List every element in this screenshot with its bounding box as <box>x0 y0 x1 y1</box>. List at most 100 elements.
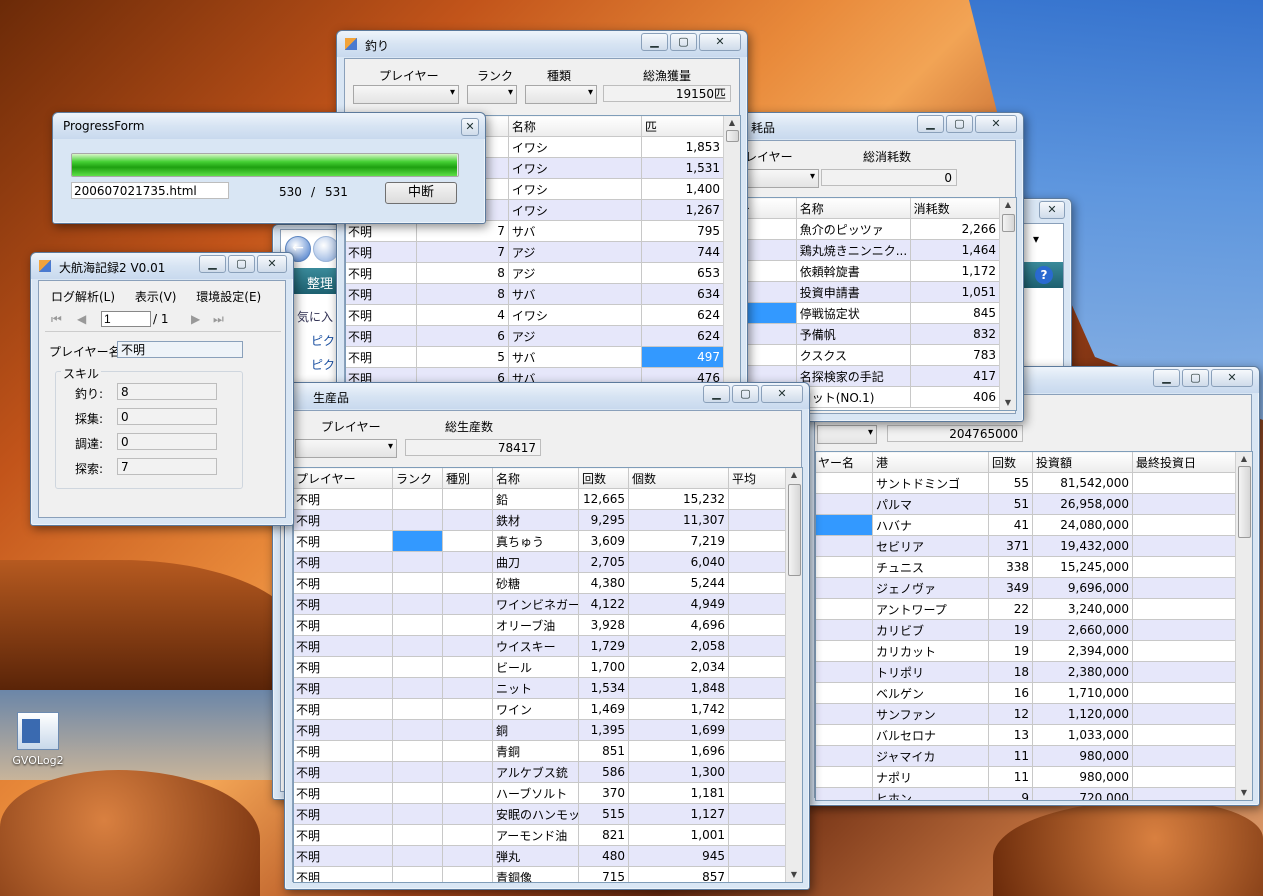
table-cell[interactable]: パルマ <box>872 493 989 515</box>
table-row[interactable]: パルマ 51 26,958,000 <box>816 493 1237 515</box>
table-row[interactable]: ハバナ 41 24,080,000 <box>816 514 1237 536</box>
close-icon[interactable]: ✕ <box>257 255 287 273</box>
close-icon[interactable]: ✕ <box>975 115 1017 133</box>
table-cell[interactable]: ハバナ <box>872 514 989 536</box>
table-cell[interactable]: 13 <box>988 724 1033 746</box>
table-row[interactable]: 不明 青銅像 715 857 <box>294 866 787 882</box>
table-cell[interactable]: 不明 <box>294 530 393 552</box>
table-cell[interactable] <box>728 845 787 867</box>
table-cell[interactable]: 24,080,000 <box>1032 514 1133 536</box>
table-row[interactable]: 不明 銅 1,395 1,699 <box>294 719 787 741</box>
maximize-icon[interactable]: ▢ <box>228 255 255 273</box>
table-cell[interactable]: 1,400 <box>641 178 724 200</box>
table-cell[interactable] <box>816 472 873 494</box>
table-cell[interactable] <box>392 719 443 741</box>
table-cell[interactable]: 55 <box>988 472 1033 494</box>
table-cell[interactable]: 634 <box>641 283 724 305</box>
table-cell[interactable]: 371 <box>988 535 1033 557</box>
table-cell[interactable] <box>1132 577 1237 599</box>
table-cell[interactable]: 5 <box>415 346 509 368</box>
table-cell[interactable]: 2,058 <box>628 635 729 657</box>
table-cell[interactable] <box>392 614 443 636</box>
column-header[interactable]: 種別 <box>442 468 493 489</box>
table-cell[interactable]: 11,307 <box>628 509 729 531</box>
table-row[interactable]: 投資申請書 1,051 <box>724 281 1001 303</box>
table-cell[interactable]: 1,534 <box>578 677 629 699</box>
table-cell[interactable]: イワシ <box>507 304 643 326</box>
minimize-icon[interactable]: ▁ <box>917 115 944 133</box>
table-row[interactable]: 不明 真ちゅう 3,609 7,219 <box>294 530 787 552</box>
table-cell[interactable] <box>392 845 443 867</box>
table-cell[interactable]: 鉛 <box>492 488 579 510</box>
table-cell[interactable]: 2,034 <box>628 656 729 678</box>
table-row[interactable]: バルセロナ 13 1,033,000 <box>816 724 1237 746</box>
table-cell[interactable] <box>392 551 443 573</box>
table-cell[interactable] <box>816 745 873 767</box>
column-header[interactable]: 回数 <box>578 468 629 489</box>
menu-settings[interactable]: 環境設定(E) <box>196 290 261 304</box>
table-cell[interactable]: 497 <box>641 346 724 368</box>
table-cell[interactable]: 19 <box>988 640 1033 662</box>
table-cell[interactable] <box>816 535 873 557</box>
table-cell[interactable]: 795 <box>641 220 724 242</box>
table-cell[interactable]: 不明 <box>294 656 393 678</box>
table-cell[interactable]: サバ <box>507 283 643 305</box>
table-cell[interactable] <box>442 782 493 804</box>
column-header[interactable]: 最終投資日 <box>1132 452 1237 473</box>
table-cell[interactable]: 不明 <box>294 824 393 846</box>
table-cell[interactable]: 515 <box>578 803 629 825</box>
table-cell[interactable]: ハーブソルト <box>492 782 579 804</box>
table-cell[interactable]: ニット <box>492 677 579 699</box>
table-row[interactable]: 依頼斡旋書 1,172 <box>724 260 1001 282</box>
table-cell[interactable] <box>442 803 493 825</box>
table-cell[interactable]: 3,928 <box>578 614 629 636</box>
table-cell[interactable]: 投資申請書 <box>795 281 911 303</box>
table-cell[interactable]: 不明 <box>346 241 417 263</box>
vertical-scrollbar[interactable]: ▲▼ <box>999 198 1016 410</box>
minimize-icon[interactable]: ▁ <box>1153 369 1180 387</box>
explorer-item[interactable]: ピク <box>311 332 335 349</box>
table-cell[interactable] <box>1132 598 1237 620</box>
column-header[interactable]: 平均 <box>728 468 787 489</box>
table-cell[interactable] <box>392 824 443 846</box>
table-cell[interactable]: 不明 <box>294 635 393 657</box>
table-cell[interactable]: 不明 <box>294 677 393 699</box>
table-cell[interactable] <box>728 551 787 573</box>
table-cell[interactable] <box>728 803 787 825</box>
menu-log-analysis[interactable]: ログ解析(L) <box>51 290 115 304</box>
menu-view[interactable]: 表示(V) <box>135 290 177 304</box>
table-cell[interactable] <box>1132 493 1237 515</box>
table-cell[interactable] <box>442 824 493 846</box>
table-cell[interactable]: サバ <box>507 346 643 368</box>
first-page-icon[interactable]: ⏮ <box>51 312 62 327</box>
table-cell[interactable] <box>728 488 787 510</box>
abort-button[interactable]: 中断 <box>385 182 457 204</box>
table-row[interactable]: 不明 ニット 1,534 1,848 <box>294 677 787 699</box>
table-cell[interactable]: セビリア <box>872 535 989 557</box>
table-cell[interactable]: アジ <box>507 325 643 347</box>
table-cell[interactable]: 653 <box>641 262 724 284</box>
table-cell[interactable]: 予備帆 <box>795 323 911 345</box>
table-cell[interactable] <box>816 703 873 725</box>
table-cell[interactable]: イワシ <box>507 136 643 158</box>
table-row[interactable]: 鶏丸焼きニンニク... 1,464 <box>724 239 1001 261</box>
table-cell[interactable]: チュニス <box>872 556 989 578</box>
table-cell[interactable] <box>728 719 787 741</box>
table-row[interactable]: ジャマイカ 11 980,000 <box>816 745 1237 767</box>
table-cell[interactable] <box>442 572 493 594</box>
table-cell[interactable]: ワインビネガー <box>492 593 579 615</box>
table-cell[interactable]: 19,432,000 <box>1032 535 1133 557</box>
table-row[interactable]: 不明 5 サバ 497 <box>346 346 724 368</box>
production-window[interactable]: 生産品 ▁ ▢ ✕ プレイヤー 総生産数 78417 プレイヤーランク種別名称回… <box>284 382 810 890</box>
table-cell[interactable]: 821 <box>578 824 629 846</box>
table-row[interactable]: 不明 ワインビネガー 4,122 4,949 <box>294 593 787 615</box>
table-cell[interactable] <box>442 509 493 531</box>
table-cell[interactable] <box>442 530 493 552</box>
table-cell[interactable]: 2,660,000 <box>1032 619 1133 641</box>
table-cell[interactable]: 7 <box>415 241 509 263</box>
table-cell[interactable]: 1,469 <box>578 698 629 720</box>
table-cell[interactable] <box>728 677 787 699</box>
table-cell[interactable] <box>1132 745 1237 767</box>
table-cell[interactable]: 1,710,000 <box>1032 682 1133 704</box>
table-cell[interactable]: 5,244 <box>628 572 729 594</box>
